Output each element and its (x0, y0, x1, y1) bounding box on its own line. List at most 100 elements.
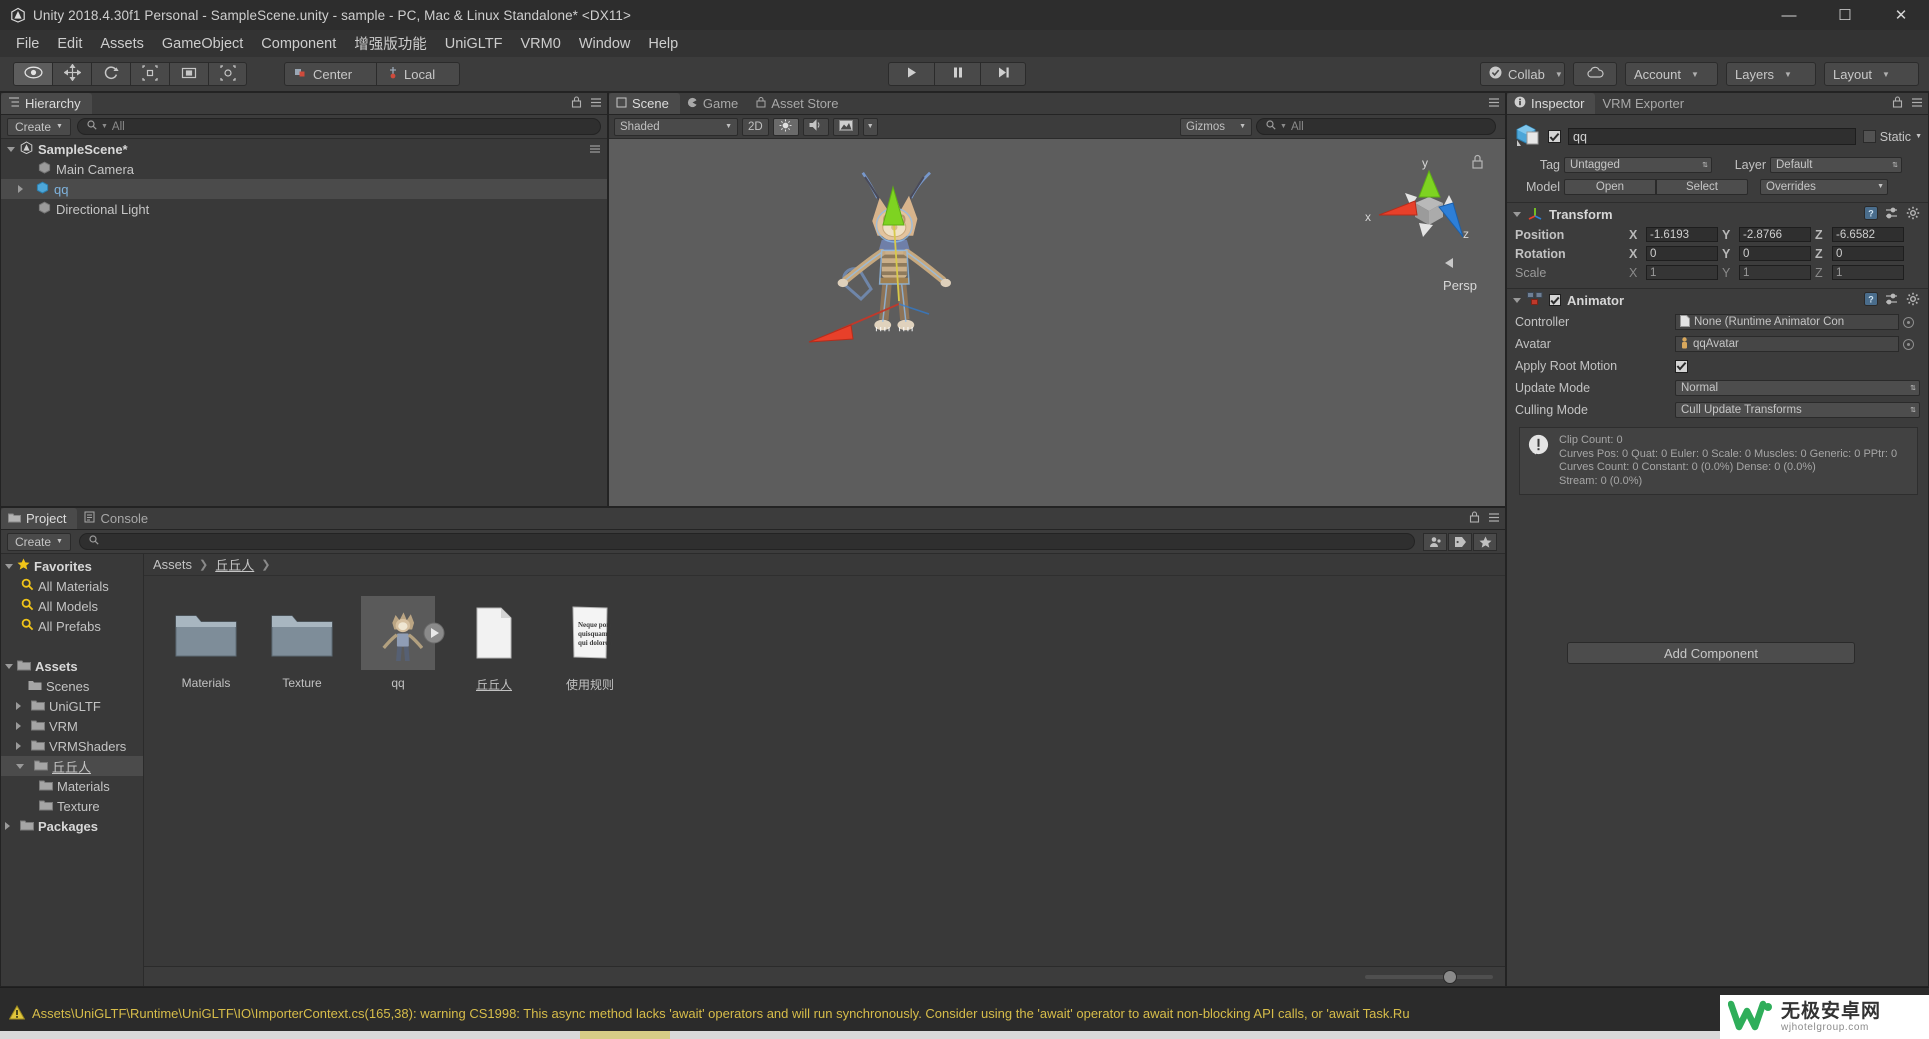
move-tool-button[interactable] (52, 62, 91, 86)
thumbnail-size-slider[interactable] (1365, 969, 1493, 984)
tab-project[interactable]: Project (1, 508, 78, 529)
position-y-input[interactable]: -2.8766 (1739, 227, 1811, 242)
lock-icon[interactable] (571, 96, 582, 111)
collab-button[interactable]: Collab ▼ (1480, 62, 1565, 86)
tab-scene[interactable]: Scene (609, 93, 680, 114)
panel-menu-icon[interactable] (587, 96, 602, 111)
breadcrumb-current[interactable]: 丘丘人 (215, 555, 254, 574)
gear-icon[interactable] (1906, 292, 1920, 309)
chevron-right-icon[interactable] (5, 822, 10, 830)
object-name-input[interactable]: qq (1568, 128, 1856, 145)
tab-inspector[interactable]: Inspector (1507, 93, 1596, 114)
tree-item-all-materials[interactable]: All Materials (1, 576, 143, 596)
menu-assets[interactable]: Assets (91, 33, 153, 55)
menu-gameobject[interactable]: GameObject (153, 33, 252, 55)
rotation-z-input[interactable]: 0 (1832, 246, 1904, 261)
tree-item-assets[interactable]: Assets (1, 656, 143, 676)
hierarchy-scene-root[interactable]: SampleScene* (1, 139, 607, 159)
preset-icon[interactable] (1885, 292, 1899, 309)
add-component-button[interactable]: Add Component (1567, 642, 1855, 664)
menu-enhanced-features[interactable]: 增强版功能 (345, 30, 436, 57)
favorite-filter-icon[interactable] (1473, 532, 1497, 551)
chevron-right-icon[interactable] (16, 742, 21, 750)
cloud-button[interactable] (1573, 62, 1617, 86)
model-select-button[interactable]: Select (1656, 178, 1748, 195)
tab-game[interactable]: Game (680, 93, 749, 114)
draw-mode-dropdown[interactable]: Shaded ▼ (614, 117, 738, 136)
scene-audio-button[interactable] (802, 117, 829, 136)
tab-console[interactable]: Console (77, 508, 159, 529)
update-mode-dropdown[interactable]: Normal ⇅ (1675, 380, 1920, 396)
close-button[interactable]: ✕ (1873, 0, 1929, 30)
panel-menu-icon[interactable] (1485, 511, 1500, 526)
panel-menu-icon[interactable] (1485, 96, 1500, 111)
model-open-button[interactable]: Open (1564, 178, 1656, 195)
maximize-button[interactable]: ☐ (1817, 0, 1873, 30)
handle-mode-button[interactable]: Local (376, 62, 460, 86)
tree-item-all-models[interactable]: All Models (1, 596, 143, 616)
scale-y-input[interactable]: 1 (1739, 265, 1811, 280)
transform-component-header[interactable]: Transform ? (1507, 203, 1928, 225)
tree-item-vrm[interactable]: VRM (1, 716, 143, 736)
tree-item-qiuqiuren[interactable]: 丘丘人 (1, 756, 143, 776)
scene-effects-dropdown[interactable]: ▼ (862, 117, 878, 136)
slider-knob[interactable] (1443, 969, 1457, 984)
pause-button[interactable] (934, 62, 980, 86)
gizmos-dropdown[interactable]: Gizmos ▼ (1180, 117, 1252, 136)
label-filter-icon[interactable] (1448, 532, 1472, 551)
layers-button[interactable]: Layers ▼ (1726, 62, 1816, 86)
rotation-x-input[interactable]: 0 (1646, 246, 1718, 261)
tab-hierarchy[interactable]: Hierarchy (1, 93, 92, 114)
lock-icon[interactable] (1469, 511, 1480, 526)
static-toggle[interactable]: Static ▼ (1862, 130, 1922, 144)
tab-vrm-exporter[interactable]: VRM Exporter (1595, 93, 1695, 114)
step-button[interactable] (980, 62, 1026, 86)
hand-tool-button[interactable] (13, 62, 52, 86)
static-checkbox[interactable] (1862, 130, 1876, 143)
culling-mode-dropdown[interactable]: Cull Update Transforms ⇅ (1675, 402, 1920, 418)
chevron-down-icon[interactable] (1513, 297, 1521, 303)
asset-item-qiuqiuren[interactable]: 丘丘人 (446, 590, 542, 693)
animator-component-header[interactable]: Animator ? (1507, 289, 1928, 311)
tree-item-texture[interactable]: Texture (1, 796, 143, 816)
menu-component[interactable]: Component (252, 33, 345, 55)
chevron-down-icon[interactable]: ▼ (1915, 133, 1922, 140)
root-motion-checkbox[interactable] (1675, 359, 1688, 373)
hierarchy-create-button[interactable]: Create ▼ (7, 117, 71, 136)
scene-lighting-button[interactable] (772, 117, 799, 136)
menu-vrm0[interactable]: VRM0 (512, 33, 570, 55)
hierarchy-item-directional-light[interactable]: Directional Light (1, 199, 607, 219)
status-message-row[interactable]: Assets\UniGLTF\Runtime\UniGLTF\IO\Import… (0, 1004, 1410, 1023)
menu-edit[interactable]: Edit (48, 33, 91, 55)
account-button[interactable]: Account ▼ (1625, 62, 1718, 86)
asset-item-usage-rules[interactable]: Neque porro quisquam est qui dolorem. 使用… (542, 590, 638, 693)
project-create-button[interactable]: Create ▼ (7, 532, 71, 551)
lock-icon[interactable] (1892, 96, 1903, 111)
pivot-mode-button[interactable]: Center (284, 62, 376, 86)
asset-item-texture[interactable]: Texture (254, 590, 350, 693)
gear-icon[interactable] (1906, 206, 1920, 223)
scene-search-input[interactable]: ▼ All (1256, 118, 1496, 135)
controller-picker-icon[interactable] (1903, 316, 1914, 328)
scale-x-input[interactable]: 1 (1646, 265, 1718, 280)
scale-z-input[interactable]: 1 (1832, 265, 1904, 280)
menu-help[interactable]: Help (639, 33, 687, 55)
toggle-2d-button[interactable]: 2D (742, 117, 769, 136)
menu-window[interactable]: Window (570, 33, 640, 55)
combined-transform-tool-button[interactable] (208, 62, 247, 86)
rotate-tool-button[interactable] (91, 62, 130, 86)
rotation-y-input[interactable]: 0 (1739, 246, 1811, 261)
scene-menu-icon[interactable] (587, 142, 601, 157)
model-preview-play-icon[interactable] (423, 622, 445, 647)
scene-effects-button[interactable] (832, 117, 859, 136)
tree-item-favorites[interactable]: Favorites (1, 556, 143, 576)
project-search-input[interactable] (78, 533, 1415, 550)
projection-mode-label[interactable]: Persp (1443, 278, 1477, 293)
rect-tool-button[interactable] (169, 62, 208, 86)
chevron-down-icon[interactable] (1513, 211, 1521, 217)
animator-enabled-checkbox[interactable] (1549, 294, 1561, 306)
layout-button[interactable]: Layout ▼ (1824, 62, 1919, 86)
asset-item-qq[interactable]: qq (350, 590, 446, 693)
chevron-right-icon[interactable] (16, 722, 21, 730)
hierarchy-search-input[interactable]: ▼ All (76, 118, 601, 135)
